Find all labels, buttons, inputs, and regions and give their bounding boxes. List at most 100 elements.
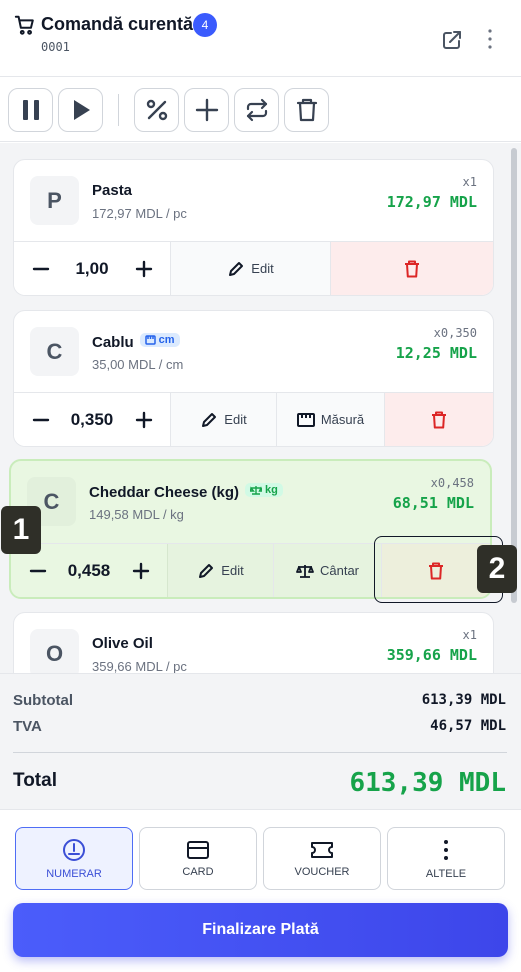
ticket-icon: [311, 841, 333, 858]
edit-label: Edit: [251, 261, 274, 276]
percent-icon: [146, 99, 167, 121]
transfer-button[interactable]: [234, 88, 279, 132]
minus-icon: [32, 418, 49, 421]
measure-button[interactable]: Măsură: [277, 393, 385, 446]
increase-button[interactable]: [117, 393, 170, 446]
more-vertical-icon: [444, 839, 448, 860]
annotation-marker-1: 1: [1, 506, 41, 554]
product-name: Olive Oil: [92, 635, 153, 652]
plus-icon: [135, 260, 152, 277]
finalize-payment-button[interactable]: Finalizare Plată: [13, 903, 508, 957]
unit-price: 359,66 MDL / pc: [92, 659, 187, 673]
scale-icon: [296, 564, 314, 578]
decrease-button[interactable]: [14, 242, 67, 295]
payment-method-label: NUMERAR: [46, 867, 102, 880]
edit-button[interactable]: Edit: [167, 544, 274, 597]
payment-method-cash[interactable]: NUMERAR: [15, 827, 133, 890]
add-item-button[interactable]: [184, 88, 229, 132]
quantity-label: x0,350: [433, 326, 477, 340]
pause-button[interactable]: [8, 88, 53, 132]
edit-label: Edit: [221, 563, 244, 578]
cash-clock-icon: [63, 838, 85, 861]
unit-price: 172,97 MDL / pc: [92, 206, 187, 221]
unit-badge: cm: [139, 333, 180, 347]
product-name: Cheddar Cheese (kg) kg: [89, 483, 283, 501]
order-summary: Subtotal 613,39 MDL TVA 46,57 MDL Total …: [0, 673, 521, 809]
play-icon: [73, 100, 90, 120]
cart-icon: [14, 15, 34, 35]
trash-icon: [296, 98, 317, 122]
product-avatar: P: [30, 176, 79, 225]
edit-button[interactable]: Edit: [170, 393, 277, 446]
more-vertical-icon[interactable]: [478, 26, 502, 52]
product-name: Cablu cm: [92, 333, 180, 351]
line-total: 12,25 MDL: [395, 344, 477, 362]
product-name-text: Cablu: [92, 334, 134, 351]
unit-price: 149,58 MDL / kg: [89, 507, 184, 522]
discount-button[interactable]: [134, 88, 179, 132]
pencil-icon: [202, 412, 217, 427]
clear-order-button[interactable]: [284, 88, 329, 132]
annotation-marker-2: 2: [477, 545, 517, 593]
tva-value: 46,57 MDL: [430, 718, 506, 734]
payment-method-card[interactable]: CARD: [139, 827, 257, 890]
payment-method-voucher[interactable]: VOUCHER: [263, 827, 381, 890]
list-item[interactable]: P Pasta 172,97 MDL / pc x1 172,97 MDL 1,…: [13, 159, 494, 296]
scale-icon: [250, 486, 263, 495]
line-total: 172,97 MDL: [386, 193, 477, 211]
order-toolbar: [0, 78, 521, 142]
card-icon: [187, 840, 209, 859]
list-item[interactable]: C Cablu cm 35,00 MDL / cm x0,350 12,25 MD…: [13, 310, 494, 447]
minus-icon: [29, 569, 46, 572]
open-external-icon[interactable]: [440, 28, 464, 52]
repeat-icon: [246, 98, 267, 122]
pause-icon: [22, 100, 39, 120]
list-item[interactable]: O Olive Oil 359,66 MDL / pc x1 359,66 MD…: [13, 612, 494, 673]
subtotal-value: 613,39 MDL: [421, 692, 506, 708]
order-number: 0001: [41, 40, 70, 54]
product-name-text: Cheddar Cheese (kg): [89, 484, 240, 501]
weigh-button[interactable]: Cântar: [274, 544, 382, 597]
plus-icon: [135, 411, 152, 428]
unit-badge-text: cm: [158, 334, 175, 346]
unit-badge-text: kg: [265, 484, 278, 496]
list-scrollbar[interactable]: [511, 148, 517, 603]
product-avatar: C: [30, 327, 79, 376]
delete-button[interactable]: [331, 242, 493, 295]
play-button[interactable]: [58, 88, 103, 132]
quantity-value[interactable]: 1,00: [67, 242, 117, 295]
increase-button[interactable]: [114, 544, 167, 597]
payment-method-label: VOUCHER: [294, 865, 350, 878]
pencil-icon: [199, 563, 214, 578]
quantity-value[interactable]: 0,458: [64, 544, 114, 597]
weigh-label: Cântar: [319, 563, 360, 578]
line-total: 359,66 MDL: [386, 646, 477, 664]
trash-icon: [405, 260, 419, 277]
payment-section: NUMERAR CARD VOUCHER ALTELE Finalizare P…: [0, 809, 521, 972]
toolbar-divider: [118, 94, 119, 126]
edit-button[interactable]: Edit: [170, 242, 331, 295]
payment-method-label: CARD: [182, 865, 214, 878]
item-actions: 0,350 Edit Măsură: [14, 392, 493, 446]
subtotal-label: Subtotal: [13, 692, 73, 709]
quantity-label: x0,458: [430, 476, 474, 490]
unit-badge: kg: [245, 483, 283, 497]
item-count-badge: 4: [193, 13, 217, 37]
quantity-value[interactable]: 0,350: [67, 393, 117, 446]
payment-method-other[interactable]: ALTELE: [387, 827, 505, 890]
payment-method-label: ALTELE: [425, 867, 467, 880]
total-label: Total: [13, 770, 57, 791]
delete-button[interactable]: [385, 393, 493, 446]
plus-icon: [195, 98, 218, 122]
product-avatar: O: [30, 629, 79, 673]
quantity-label: x1: [462, 175, 477, 189]
product-name: Pasta: [92, 182, 133, 199]
pencil-icon: [229, 261, 244, 276]
measure-label: Măsură: [320, 412, 365, 427]
increase-button[interactable]: [117, 242, 170, 295]
page-title: Comandă curentă: [41, 14, 194, 34]
edit-label: Edit: [224, 412, 247, 427]
ruler-icon: [144, 335, 156, 345]
decrease-button[interactable]: [14, 393, 67, 446]
unit-price: 35,00 MDL / cm: [92, 357, 184, 372]
